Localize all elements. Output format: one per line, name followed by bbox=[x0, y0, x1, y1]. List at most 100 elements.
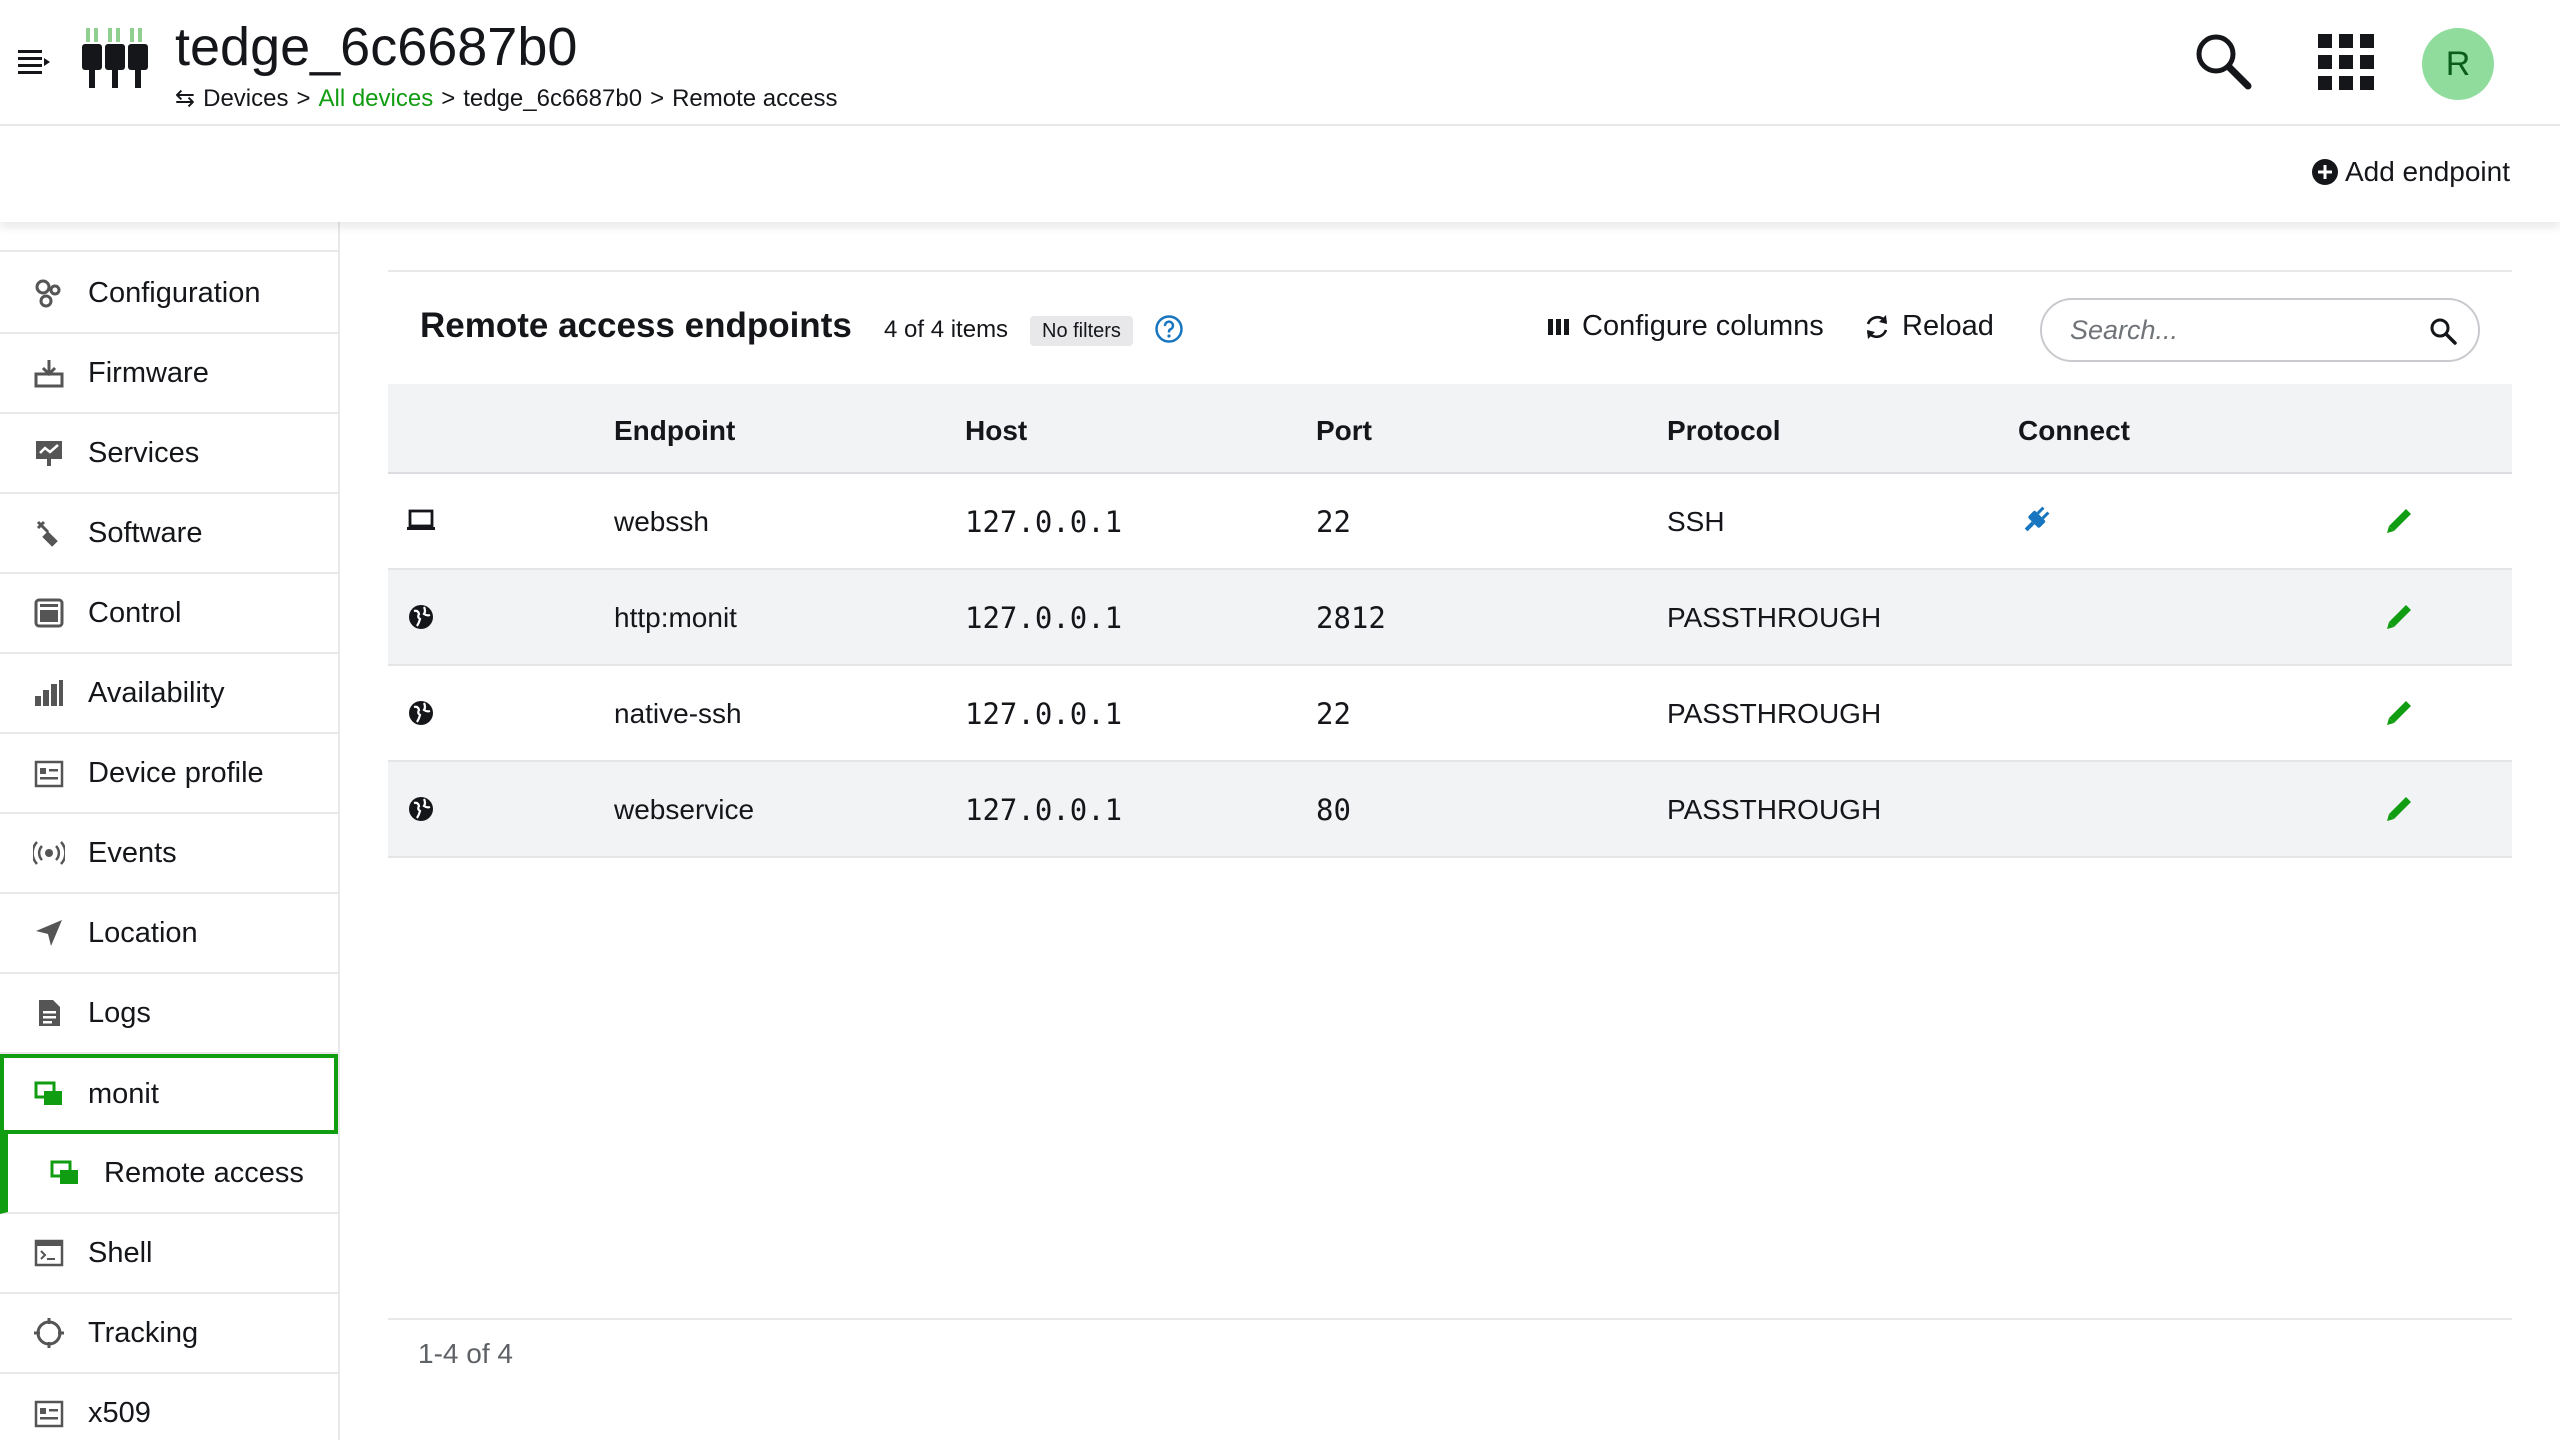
configure-columns-button[interactable]: Configure columns bbox=[1548, 310, 1824, 343]
sidebar-item-logs[interactable]: Logs bbox=[0, 974, 338, 1054]
logs-icon bbox=[32, 996, 66, 1030]
sidebar-item-label: Remote access bbox=[104, 1156, 304, 1189]
breadcrumb-device: tedge_6c6687b0 bbox=[463, 85, 643, 112]
search-box bbox=[2040, 298, 2480, 362]
sidebar-item-events[interactable]: Events bbox=[0, 814, 338, 894]
item-count: 4 of 4 items bbox=[884, 316, 1009, 343]
help-icon[interactable] bbox=[1154, 314, 1184, 344]
edit-pencil-icon[interactable] bbox=[2384, 794, 2414, 824]
endpoint-protocol: PASSTHROUGH bbox=[1667, 698, 1882, 729]
laptop-icon bbox=[406, 506, 436, 536]
app-switcher-icon[interactable] bbox=[2318, 34, 2374, 90]
edit-pencil-icon[interactable] bbox=[2384, 698, 2414, 728]
breadcrumb-current: Remote access bbox=[672, 85, 838, 112]
add-endpoint-button[interactable]: Add endpoint bbox=[2311, 156, 2510, 188]
software-icon bbox=[32, 516, 66, 550]
sidebar-item-configuration[interactable]: Configuration bbox=[0, 254, 338, 334]
column-header-endpoint[interactable]: Endpoint bbox=[614, 384, 735, 474]
sidebar-item-label: Configuration bbox=[88, 276, 261, 309]
endpoint-port: 22 bbox=[1316, 697, 1351, 731]
menu-toggle-icon[interactable] bbox=[14, 42, 54, 82]
sidebar-item-partial[interactable] bbox=[0, 222, 338, 252]
globe-icon bbox=[406, 698, 436, 728]
endpoints-table: Endpoint Host Port Protocol Connect webs… bbox=[388, 384, 2512, 858]
endpoint-host: 127.0.0.1 bbox=[965, 505, 1123, 539]
column-header-connect[interactable]: Connect bbox=[2018, 384, 2130, 474]
edit-pencil-icon[interactable] bbox=[2384, 506, 2414, 536]
sidebar-item-x509[interactable]: x509 bbox=[0, 1374, 338, 1440]
endpoint-protocol: PASSTHROUGH bbox=[1667, 602, 1882, 633]
sidebar-item-software[interactable]: Software bbox=[0, 494, 338, 574]
search-input[interactable] bbox=[2070, 310, 2410, 350]
action-bar: Add endpoint bbox=[0, 128, 2560, 222]
sidebar-item-firmware[interactable]: Firmware bbox=[0, 334, 338, 414]
endpoint-protocol: PASSTHROUGH bbox=[1667, 794, 1882, 825]
sidebar-item-control[interactable]: Control bbox=[0, 574, 338, 654]
breadcrumb-separator: > bbox=[441, 85, 456, 112]
sidebar: Configuration Firmware Services Software… bbox=[0, 222, 340, 1440]
device-profile-icon bbox=[32, 756, 66, 790]
device-type-icon bbox=[80, 26, 152, 92]
column-header-protocol[interactable]: Protocol bbox=[1667, 384, 1781, 474]
endpoint-name: native-ssh bbox=[614, 698, 742, 729]
table-row: http:monit 127.0.0.1 2812 PASSTHROUGH bbox=[388, 570, 2512, 666]
page-title: tedge_6c6687b0 bbox=[175, 17, 578, 77]
divider bbox=[388, 270, 2512, 272]
search-icon[interactable] bbox=[2192, 30, 2254, 92]
breadcrumb-separator: > bbox=[296, 85, 311, 112]
filter-badge: No filters bbox=[1030, 316, 1133, 346]
sidebar-item-device-profile[interactable]: Device profile bbox=[0, 734, 338, 814]
breadcrumb: ⇆ Devices > All devices > tedge_6c6687b0… bbox=[175, 84, 837, 114]
services-icon bbox=[32, 436, 66, 470]
sidebar-item-services[interactable]: Services bbox=[0, 414, 338, 494]
breadcrumb-devices: Devices bbox=[203, 85, 289, 112]
monit-icon bbox=[32, 1077, 66, 1111]
globe-icon bbox=[406, 794, 436, 824]
control-icon bbox=[32, 596, 66, 630]
sidebar-item-availability[interactable]: Availability bbox=[0, 654, 338, 734]
sidebar-item-label: Firmware bbox=[88, 356, 209, 389]
endpoint-port: 22 bbox=[1316, 505, 1351, 539]
shell-icon bbox=[32, 1236, 66, 1270]
table-row: webservice 127.0.0.1 80 PASSTHROUGH bbox=[388, 762, 2512, 858]
pagination-summary: 1-4 of 4 bbox=[418, 1338, 513, 1369]
sidebar-item-label: monit bbox=[88, 1077, 159, 1110]
sidebar-item-shell[interactable]: Shell bbox=[0, 1214, 338, 1294]
connect-plug-icon[interactable] bbox=[2020, 504, 2052, 536]
events-icon bbox=[32, 836, 66, 870]
endpoint-protocol: SSH bbox=[1667, 506, 1725, 537]
endpoint-host: 127.0.0.1 bbox=[965, 793, 1123, 827]
endpoint-name: webservice bbox=[614, 794, 755, 825]
breadcrumb-separator: > bbox=[650, 85, 665, 112]
reload-label: Reload bbox=[1902, 310, 1994, 342]
column-header-port[interactable]: Port bbox=[1316, 384, 1372, 474]
x509-icon bbox=[32, 1396, 66, 1430]
sidebar-item-label: Software bbox=[88, 516, 203, 549]
sidebar-item-label: Availability bbox=[88, 676, 225, 709]
edit-pencil-icon[interactable] bbox=[2384, 602, 2414, 632]
sidebar-item-remote-access[interactable]: Remote access bbox=[0, 1134, 338, 1214]
sidebar-item-label: Control bbox=[88, 596, 182, 629]
sidebar-item-location[interactable]: Location bbox=[0, 894, 338, 974]
remote-access-icon bbox=[48, 1156, 82, 1190]
reload-button[interactable]: Reload bbox=[1862, 310, 1994, 343]
user-avatar[interactable]: R bbox=[2422, 28, 2494, 100]
columns-icon bbox=[1548, 318, 1569, 335]
location-icon bbox=[32, 916, 66, 950]
search-icon[interactable] bbox=[2428, 316, 2458, 346]
sidebar-item-monit[interactable]: monit bbox=[0, 1054, 338, 1134]
breadcrumb-all-devices-link[interactable]: All devices bbox=[318, 84, 433, 114]
sidebar-item-tracking[interactable]: Tracking bbox=[0, 1294, 338, 1374]
endpoint-name: webssh bbox=[614, 506, 709, 537]
add-endpoint-label: Add endpoint bbox=[2344, 156, 2510, 187]
plus-circle-icon bbox=[2311, 159, 2338, 185]
column-header-host[interactable]: Host bbox=[965, 384, 1027, 474]
configuration-icon bbox=[32, 276, 66, 310]
sidebar-item-label: Services bbox=[88, 436, 200, 469]
app-header: tedge_6c6687b0 ⇆ Devices > All devices >… bbox=[0, 0, 2560, 126]
table-row: webssh 127.0.0.1 22 SSH bbox=[388, 474, 2512, 570]
tracking-icon bbox=[32, 1316, 66, 1350]
endpoint-name: http:monit bbox=[614, 602, 737, 633]
reload-icon bbox=[1866, 314, 1888, 339]
endpoint-host: 127.0.0.1 bbox=[965, 697, 1123, 731]
